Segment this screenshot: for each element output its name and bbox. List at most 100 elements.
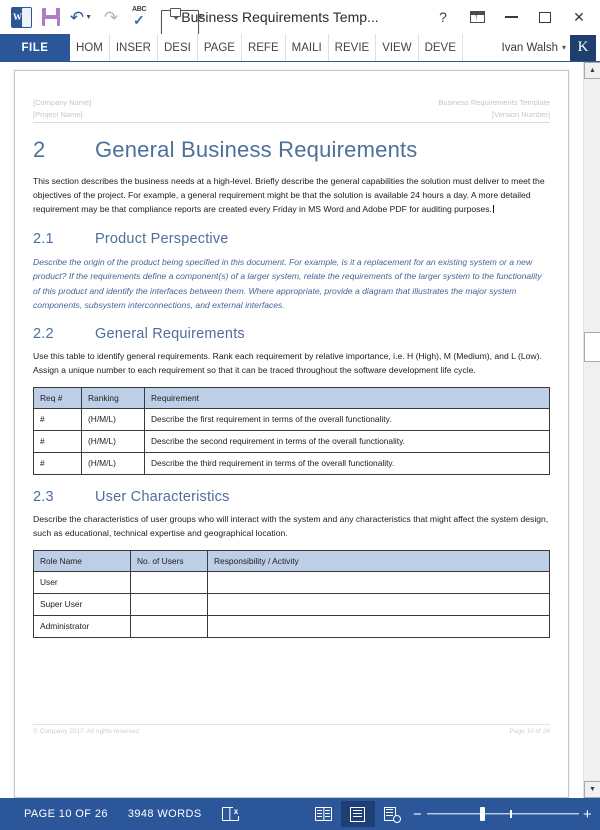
table-cell[interactable]: Describe the second requirement in terms… (144, 429, 550, 453)
avatar[interactable]: K (570, 34, 596, 61)
table-cell[interactable]: # (33, 429, 82, 453)
tab-page-layout[interactable]: PAGE (198, 34, 242, 61)
user-name-label[interactable]: Ivan Walsh (502, 42, 558, 54)
table-cell[interactable]: # (33, 407, 82, 431)
tab-insert[interactable]: INSER (110, 34, 158, 61)
view-buttons (307, 801, 409, 827)
zoom-out-button[interactable]: − (409, 807, 427, 822)
table-cell[interactable] (130, 592, 208, 616)
heading-2-1-number: 2.1 (33, 231, 54, 248)
table-header-cell: Ranking (81, 386, 145, 409)
minimize-icon[interactable] (494, 2, 528, 32)
table-cell[interactable]: (H/M/L) (81, 451, 145, 475)
paragraph-section-2: This section describes the business need… (33, 175, 550, 217)
heading-section-2-2: 2.2 General Requirements (33, 326, 550, 342)
account-area: Ivan Walsh ▾ K (502, 34, 600, 61)
footer-copyright: © Company 2017. All rights reserved (33, 728, 139, 735)
document-area[interactable]: [Company Name] [Project Name] Business R… (0, 62, 583, 798)
table-header-row: Role Name No. of Users Responsibility / … (33, 549, 550, 572)
table-cell[interactable]: Administrator (33, 614, 131, 638)
close-icon[interactable]: ✕ (562, 2, 596, 32)
header-template-title: Business Requirements Template (438, 98, 550, 107)
table-cell[interactable]: (H/M/L) (81, 429, 145, 453)
status-bar: PAGE 10 OF 26 3948 WORDS x − + 60% (0, 798, 600, 830)
print-layout-view-button[interactable] (340, 801, 375, 827)
table-cell[interactable] (207, 570, 550, 594)
table-row[interactable]: User (33, 570, 550, 594)
tab-developer[interactable]: DEVE (419, 34, 463, 61)
undo-icon[interactable]: ↶ ▼ (66, 3, 96, 31)
table-row[interactable]: # (H/M/L) Describe the first requirement… (33, 407, 550, 431)
help-icon[interactable]: ? (426, 2, 460, 32)
tab-mailings[interactable]: MAILI (286, 34, 329, 61)
word-application-window: W ↶ ▼ ↷ ABC ✓ ≡ Business Requirements Temp… (0, 0, 600, 830)
scroll-down-icon[interactable]: ▼ (584, 781, 600, 798)
word-logo-icon: W (6, 3, 36, 31)
ribbon-display-options-icon[interactable] (460, 2, 494, 32)
tab-home[interactable]: HOM (70, 34, 110, 61)
quick-access-toolbar: W ↶ ▼ ↷ ABC ✓ ≡ (0, 3, 216, 38)
heading-2-2-number: 2.2 (33, 326, 54, 343)
workspace: [Company Name] [Project Name] Business R… (0, 62, 600, 798)
header-company-name: [Company Name] (33, 98, 92, 107)
tab-view[interactable]: VIEW (376, 34, 419, 61)
heading-2-1-title: Product Perspective (95, 231, 229, 248)
spelling-check-icon[interactable]: ABC ✓ (126, 3, 156, 31)
tab-review[interactable]: REVIE (329, 34, 377, 61)
heading-section-2-1: 2.1 Product Perspective (33, 231, 550, 247)
table-header-cell: Req # (33, 386, 82, 409)
table-cell[interactable] (130, 614, 208, 638)
scrollbar-thumb[interactable] (584, 332, 600, 362)
document-header: [Company Name] [Project Name] Business R… (33, 97, 550, 124)
table-cell[interactable]: Describe the third requirement in terms … (144, 451, 550, 475)
ribbon-tab-bar: FILE HOM INSER DESI PAGE REFE MAILI REVI… (0, 34, 600, 62)
table-cell[interactable]: # (33, 451, 82, 475)
header-version-number: [Version Number] (492, 109, 550, 119)
user-characteristics-table[interactable]: Role Name No. of Users Responsibility / … (33, 549, 550, 638)
paragraph-section-2-2: Use this table to identify general requi… (33, 351, 542, 375)
table-cell[interactable] (130, 570, 208, 594)
title-bar: W ↶ ▼ ↷ ABC ✓ ≡ Business Requirements Temp… (0, 0, 600, 38)
table-cell[interactable]: User (33, 570, 131, 594)
maximize-icon[interactable] (528, 2, 562, 32)
heading-2-2-title: General Requirements (95, 326, 245, 343)
heading-2-3-number: 2.3 (33, 488, 54, 505)
heading-2-title: General Business Requirements (95, 137, 418, 163)
table-cell[interactable]: (H/M/L) (81, 407, 145, 431)
document-page[interactable]: [Company Name] [Project Name] Business R… (14, 70, 569, 798)
zoom-in-button[interactable]: + (579, 807, 597, 822)
vertical-scrollbar[interactable]: ▲ ▼ (583, 62, 600, 798)
zoom-control: − + 60% (409, 807, 600, 822)
table-cell[interactable]: Describe the first requirement in terms … (144, 407, 550, 431)
read-mode-view-button[interactable] (307, 801, 341, 827)
table-row[interactable]: # (H/M/L) Describe the second requiremen… (33, 429, 550, 453)
heading-section-2: 2 General Business Requirements (33, 137, 550, 163)
redo-icon[interactable]: ↷ (96, 3, 126, 31)
table-row[interactable]: Super User (33, 592, 550, 616)
save-icon[interactable] (36, 3, 66, 31)
chevron-down-icon[interactable]: ▾ (562, 43, 566, 52)
general-requirements-table[interactable]: Req # Ranking Requirement # (H/M/L) Desc… (33, 386, 550, 475)
page-indicator[interactable]: PAGE 10 OF 26 (10, 798, 118, 830)
table-cell[interactable] (207, 592, 550, 616)
zoom-slider-thumb[interactable] (479, 807, 485, 821)
web-layout-view-button[interactable] (375, 801, 409, 827)
heading-2-number: 2 (33, 137, 46, 163)
proofing-errors-icon[interactable]: x (212, 798, 249, 830)
scroll-up-icon[interactable]: ▲ (584, 62, 600, 79)
zoom-slider[interactable] (426, 807, 579, 821)
word-count-indicator[interactable]: 3948 WORDS (118, 798, 212, 830)
tab-file[interactable]: FILE (0, 34, 70, 61)
heading-section-2-3: 2.3 User Characteristics (33, 489, 550, 505)
table-header-cell: No. of Users (130, 549, 208, 572)
tab-references[interactable]: REFE (242, 34, 286, 61)
table-cell[interactable]: Super User (33, 592, 131, 616)
table-row[interactable]: # (H/M/L) Describe the third requirement… (33, 451, 550, 475)
table-header-row: Req # Ranking Requirement (33, 386, 550, 409)
table-header-cell: Role Name (33, 549, 131, 572)
new-comment-icon[interactable] (156, 3, 199, 38)
table-cell[interactable] (207, 614, 550, 638)
heading-2-3-title: User Characteristics (95, 488, 230, 505)
tab-design[interactable]: DESI (158, 34, 198, 61)
table-row[interactable]: Administrator (33, 614, 550, 638)
